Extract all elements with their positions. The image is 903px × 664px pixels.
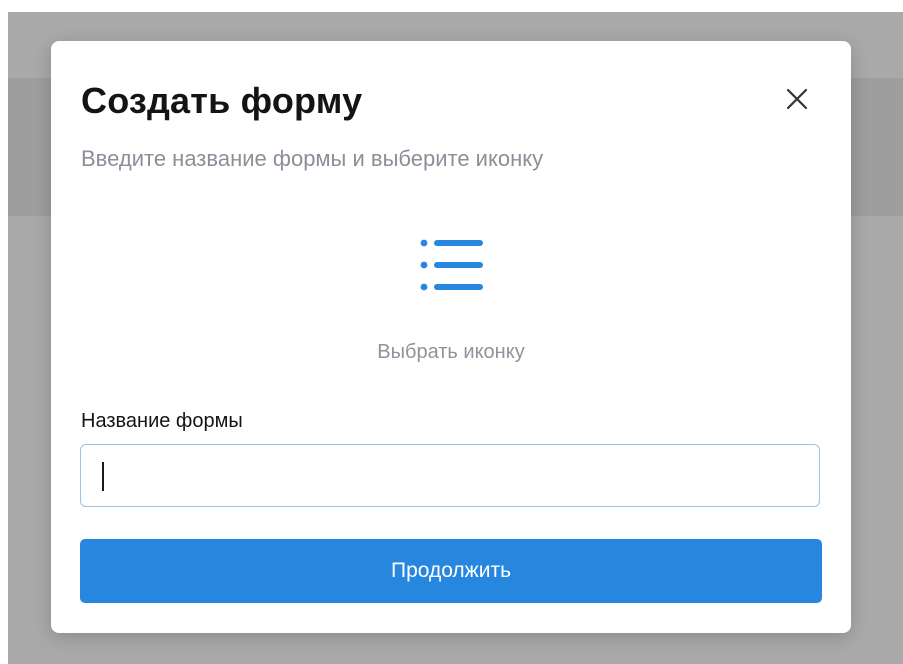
create-form-dialog: Создать форму Введите название формы и в… xyxy=(51,41,851,633)
text-cursor xyxy=(102,462,104,491)
choose-icon-button[interactable]: Выбрать иконку xyxy=(301,227,601,367)
dialog-subtitle: Введите название формы и выберите иконку xyxy=(81,146,544,171)
list-icon xyxy=(420,239,483,291)
choose-icon-label: Выбрать иконку xyxy=(377,341,525,363)
dialog-title: Создать форму xyxy=(81,80,363,121)
form-name-input[interactable] xyxy=(80,444,820,507)
continue-button[interactable]: Продолжить xyxy=(80,539,822,603)
form-name-label: Название формы xyxy=(81,410,243,432)
close-icon xyxy=(786,88,808,110)
close-button[interactable] xyxy=(777,79,817,119)
